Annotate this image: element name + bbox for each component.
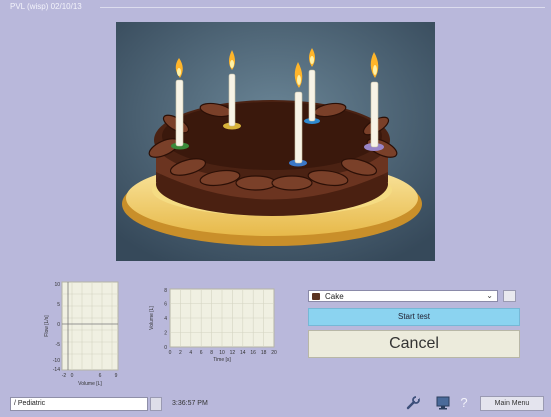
vt-x-tick: 8 — [210, 350, 213, 356]
fv-y-tick: -10 — [53, 358, 60, 364]
vt-x-tick: 0 — [169, 350, 172, 356]
vt-x-tick: 18 — [261, 350, 267, 356]
vt-x-tick: 6 — [200, 350, 203, 356]
volume-time-plot: 0 2 4 6 8 0 2 4 6 8 10 12 14 16 18 20 Ti… — [149, 288, 277, 363]
birthday-cake-incentive-scene — [116, 22, 435, 261]
start-test-button[interactable]: Start test — [308, 308, 520, 326]
title-bar: PVL (wisp) 02/10/13 — [0, 0, 551, 14]
fv-x-tick: 6 — [99, 373, 102, 379]
wrench-icon[interactable] — [405, 395, 421, 411]
chevron-down-icon[interactable]: ⌄ — [486, 291, 493, 300]
flow-volume-plot: 10 5 0 -5 -10 -14 -2 0 6 9 Volume [L] Fl… — [44, 281, 119, 387]
vt-x-tick: 12 — [230, 350, 236, 356]
vt-x-tick: 20 — [271, 350, 277, 356]
fv-x-tick: -2 — [62, 373, 67, 379]
patient-browse-button[interactable] — [150, 397, 162, 411]
help-icon[interactable]: ? — [456, 395, 472, 411]
incentive-options-button[interactable] — [503, 290, 516, 302]
fv-y-tick: 10 — [54, 282, 60, 288]
vt-x-label: Time [s] — [213, 357, 231, 363]
vt-x-tick: 14 — [240, 350, 246, 356]
window-title: PVL (wisp) 02/10/13 — [10, 2, 82, 11]
incentive-select[interactable]: Cake ⌄ — [308, 290, 498, 302]
fv-x-tick: 0 — [71, 373, 74, 379]
vt-y-tick: 2 — [164, 331, 167, 337]
incentive-select-value: Cake — [325, 292, 344, 301]
fv-y-tick: 0 — [57, 322, 60, 328]
vt-x-tick: 2 — [179, 350, 182, 356]
cancel-button[interactable]: Cancel — [308, 330, 520, 358]
fv-x-label: Volume [L] — [78, 381, 102, 387]
fv-y-tick: -5 — [56, 342, 61, 348]
fv-y-label: Flow [L/s] — [44, 315, 50, 337]
vt-y-tick: 6 — [164, 302, 167, 308]
vt-y-tick: 4 — [164, 316, 167, 322]
vt-x-tick: 10 — [219, 350, 225, 356]
vt-y-label: Volume [L] — [149, 306, 155, 330]
patient-field[interactable]: / Pediatric — [10, 397, 148, 411]
vt-y-tick: 0 — [164, 345, 167, 351]
cake-thumbnail-icon — [312, 293, 320, 300]
monitor-icon[interactable] — [435, 395, 451, 411]
fv-y-tick: -14 — [53, 367, 60, 373]
vt-x-tick: 4 — [189, 350, 192, 356]
clock-time: 3:36:57 PM — [172, 400, 208, 407]
fv-y-tick: 5 — [57, 302, 60, 308]
fv-x-tick: 9 — [115, 373, 118, 379]
vt-y-tick: 8 — [164, 288, 167, 294]
vt-x-tick: 16 — [250, 350, 256, 356]
main-menu-button[interactable]: Main Menu — [480, 396, 544, 411]
title-divider — [100, 7, 545, 8]
